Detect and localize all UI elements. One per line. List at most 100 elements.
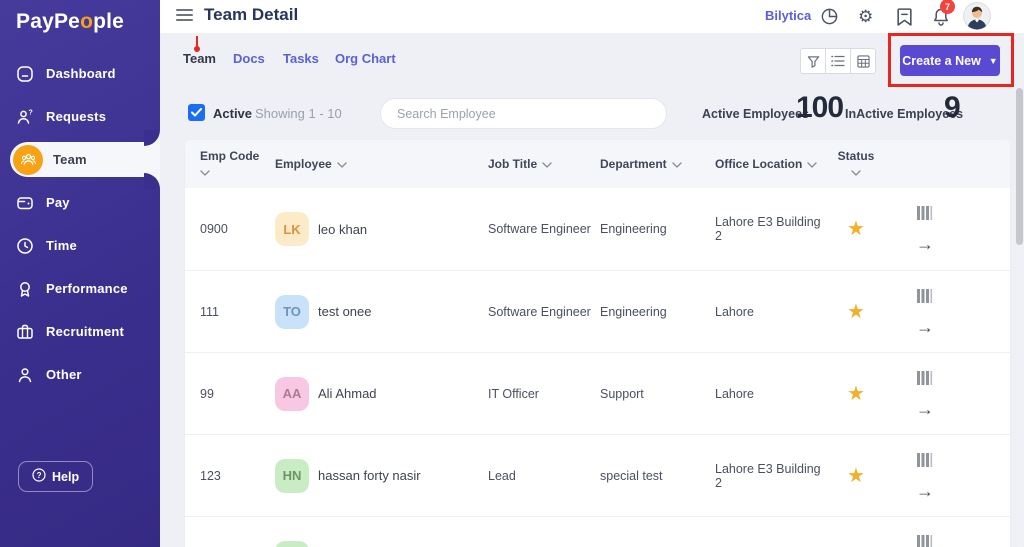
column-header-status[interactable]: Status — [827, 149, 885, 179]
showing-range-label: Showing 1 - 10 — [255, 106, 342, 121]
barcode-icon[interactable] — [916, 452, 934, 470]
column-label: Office Location — [715, 157, 803, 171]
performance-icon — [16, 280, 34, 298]
column-label: Status — [837, 149, 875, 163]
table-row[interactable]: 123 HN hassan forty nasir Lead special t… — [185, 434, 1010, 516]
tab-tasks[interactable]: Tasks — [283, 51, 319, 66]
help-button[interactable]: ? Help — [18, 461, 94, 492]
table-view-button[interactable] — [850, 48, 876, 74]
employee-name: hassan forty nasir — [318, 468, 421, 483]
column-header-employee[interactable]: Employee — [260, 157, 488, 171]
employee-name: Ali Ahmad — [318, 386, 377, 401]
job-title-cell: Software Engineer — [488, 304, 591, 319]
column-label: Department — [600, 157, 667, 171]
active-filter-label: Active — [213, 106, 253, 121]
sidebar-item-performance[interactable]: Performance — [0, 267, 160, 310]
reports-pie-icon[interactable] — [820, 7, 840, 27]
barcode-icon[interactable] — [916, 370, 934, 388]
barcode-icon[interactable] — [916, 288, 934, 306]
column-header-office-location[interactable]: Office Location — [715, 157, 827, 171]
search-employee-input[interactable] — [380, 98, 667, 129]
employee-initials-avatar: AA — [275, 376, 309, 411]
employee-name: test onee — [318, 304, 372, 319]
open-row-arrow-icon[interactable]: → — [916, 400, 934, 418]
table-header-row: Emp Code Employee Job Title Department O… — [185, 140, 1010, 188]
actions-cell: → — [885, 206, 995, 253]
open-row-arrow-icon[interactable]: → — [916, 318, 934, 336]
tab-docs[interactable]: Docs — [233, 51, 265, 66]
office-location-cell: Lahore — [715, 304, 754, 319]
team-icon — [13, 144, 43, 175]
sort-chevron-icon — [807, 157, 818, 171]
favorite-star-icon[interactable]: ★ — [847, 219, 865, 239]
help-icon: ? — [32, 468, 46, 485]
app-logo[interactable]: PayPeople — [16, 10, 124, 34]
svg-text:?: ? — [29, 109, 33, 116]
open-row-arrow-icon[interactable]: → — [916, 482, 934, 500]
recruitment-icon — [16, 323, 34, 341]
actions-cell: → — [885, 288, 995, 336]
job-title-cell: Lead — [488, 468, 516, 483]
sidebar-item-label: Requests — [46, 109, 107, 124]
favorite-star-icon[interactable]: ★ — [847, 302, 865, 322]
pay-icon — [16, 194, 34, 212]
sidebar-item-label: Pay — [46, 195, 70, 210]
department-cell: Engineering — [600, 304, 667, 319]
pill-notch-top — [144, 130, 160, 146]
create-a-new-label: Create a New — [902, 53, 981, 68]
table-row[interactable]: ★ → — [185, 516, 1010, 547]
sidebar-item-dashboard[interactable]: Dashboard — [0, 52, 160, 95]
sidebar-nav: Dashboard ? Requests Team Pay Time Perfo… — [0, 52, 160, 396]
tab-org-chart[interactable]: Org Chart — [335, 51, 396, 66]
barcode-icon[interactable] — [916, 206, 934, 223]
filter-funnel-button[interactable] — [800, 48, 826, 74]
bookmark-icon[interactable] — [896, 7, 916, 27]
create-a-new-button[interactable]: Create a New ▼ — [900, 45, 1000, 76]
employee-cell[interactable]: TO test onee — [260, 294, 488, 329]
dashboard-icon — [16, 65, 34, 83]
sidebar-item-team[interactable]: Team — [0, 130, 160, 189]
active-employees-count: 100 — [796, 91, 844, 124]
table-row[interactable]: 99 AA Ali Ahmad IT Officer Support Lahor… — [185, 352, 1010, 434]
active-employees-label: Active Employees — [702, 107, 809, 121]
table-row[interactable]: 0900 LK leo khan Software Engineer Engin… — [185, 188, 1010, 270]
menu-toggle-icon[interactable] — [176, 9, 193, 24]
employee-cell[interactable] — [260, 540, 488, 547]
employee-cell[interactable]: AA Ali Ahmad — [260, 376, 488, 411]
tab-team[interactable]: Team — [183, 51, 216, 66]
other-icon — [16, 366, 34, 384]
sidebar-item-label: Performance — [46, 281, 128, 296]
user-avatar[interactable] — [963, 2, 991, 30]
settings-gear-icon[interactable]: ⚙ — [858, 7, 878, 27]
barcode-icon[interactable] — [916, 534, 934, 547]
column-label: Emp Code — [200, 149, 260, 163]
list-view-button[interactable] — [825, 48, 851, 74]
sidebar-item-other[interactable]: Other — [0, 353, 160, 396]
sidebar-item-time[interactable]: Time — [0, 224, 160, 267]
column-label: Employee — [275, 157, 332, 171]
sort-chevron-icon — [337, 157, 347, 171]
job-title-cell: IT Officer — [488, 386, 539, 401]
company-name[interactable]: Bilytica — [765, 8, 811, 23]
scrollbar-thumb[interactable] — [1016, 88, 1023, 245]
favorite-star-icon[interactable]: ★ — [847, 466, 865, 486]
sidebar-item-label: Recruitment — [46, 324, 125, 339]
page-title: Team Detail — [204, 5, 299, 24]
column-header-emp-code[interactable]: Emp Code — [185, 149, 260, 179]
favorite-star-icon[interactable]: ★ — [847, 384, 865, 404]
open-row-arrow-icon[interactable]: → — [916, 235, 934, 253]
sidebar-item-pay[interactable]: Pay — [0, 181, 160, 224]
employee-initials-avatar: TO — [275, 294, 309, 329]
sidebar-item-requests[interactable]: ? Requests — [0, 95, 160, 138]
employee-cell[interactable]: LK leo khan — [260, 212, 488, 246]
department-cell: Support — [600, 386, 644, 401]
actions-cell: → — [885, 370, 995, 418]
inactive-employees-count: 9 — [944, 91, 961, 124]
table-row[interactable]: 111 TO test onee Software Engineer Engin… — [185, 270, 1010, 352]
column-header-department[interactable]: Department — [600, 157, 715, 171]
svg-text:?: ? — [37, 471, 42, 480]
employee-cell[interactable]: HN hassan forty nasir — [260, 458, 488, 493]
active-checkbox[interactable] — [188, 104, 205, 121]
sidebar-item-recruitment[interactable]: Recruitment — [0, 310, 160, 353]
column-header-job-title[interactable]: Job Title — [488, 157, 600, 171]
